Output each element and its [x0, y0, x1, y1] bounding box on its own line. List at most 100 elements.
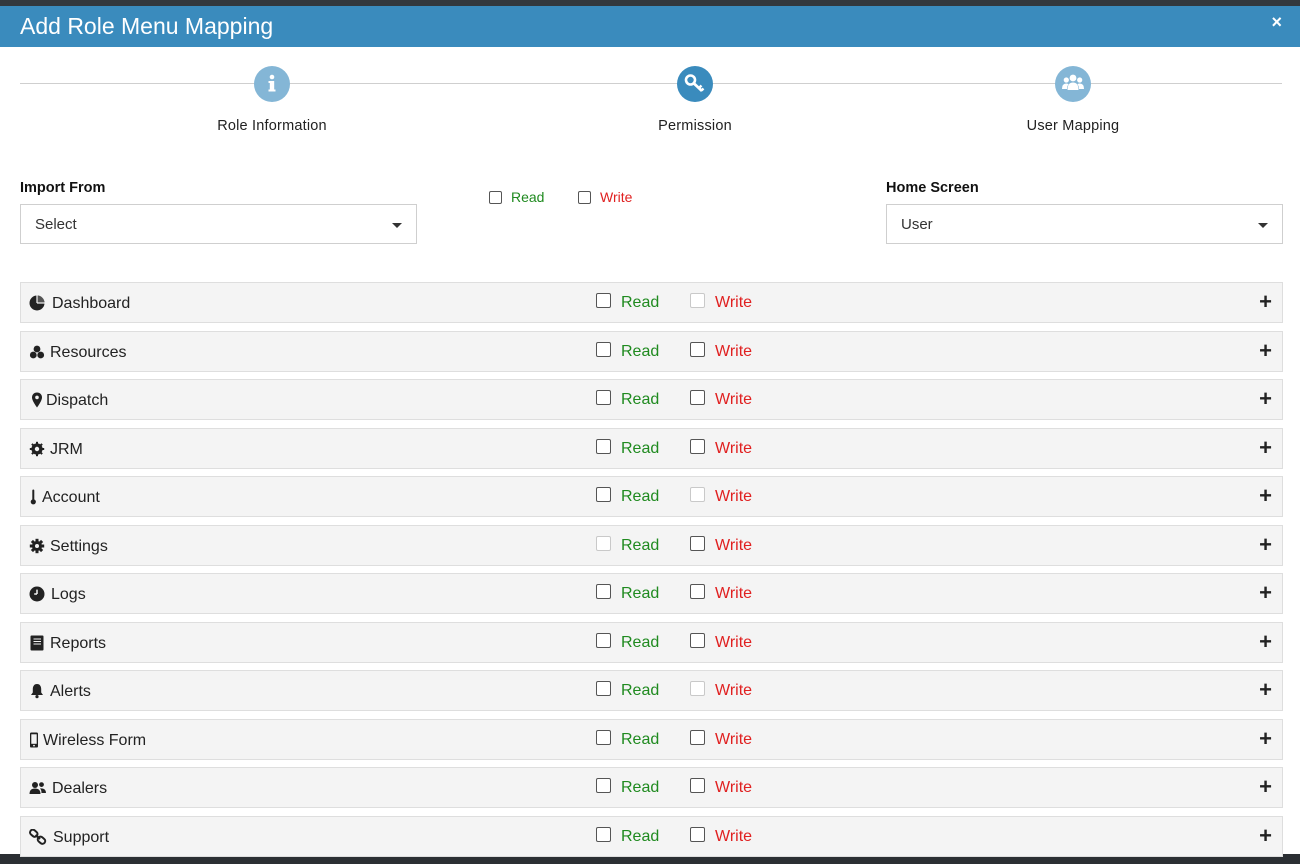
expand-plus-icon[interactable]: + [1259, 823, 1272, 849]
read-checkbox[interactable]: Read [596, 729, 659, 749]
step-permission[interactable]: Permission [585, 66, 805, 134]
read-label: Read [621, 585, 660, 602]
menu-row-support: Support Read Write + [20, 815, 1283, 857]
checkbox-box[interactable] [690, 584, 705, 600]
write-checkbox[interactable]: Write [690, 487, 752, 506]
checkbox-box[interactable] [690, 826, 705, 842]
checkbox-box[interactable] [489, 190, 502, 204]
step-user-mapping[interactable]: User Mapping [963, 66, 1183, 134]
menu-row-dashboard: Dashboard Read Write + [20, 282, 1283, 323]
read-checkbox[interactable]: Read [596, 438, 659, 458]
read-label: Read [621, 633, 660, 651]
menu-label: Resources [50, 343, 127, 361]
write-checkbox[interactable]: Write [690, 584, 752, 603]
write-checkbox[interactable]: Write [690, 438, 752, 458]
read-checkbox[interactable]: Read [596, 390, 659, 409]
expand-plus-icon[interactable]: + [1259, 774, 1272, 800]
read-checkbox[interactable]: Read [596, 487, 660, 506]
write-checkbox[interactable]: Write [690, 778, 752, 797]
checkbox-box[interactable] [596, 729, 611, 745]
checkbox-box[interactable] [596, 632, 611, 648]
expand-plus-icon[interactable]: + [1259, 483, 1272, 509]
menu-label: Alerts [50, 683, 91, 700]
read-checkbox[interactable]: Read [596, 681, 659, 700]
expand-plus-icon[interactable]: + [1259, 629, 1272, 655]
cubes-icon [29, 344, 45, 360]
checkbox-box[interactable] [690, 487, 705, 503]
import-from-label: Import From [20, 180, 106, 196]
step-label: Permission [658, 118, 732, 134]
checkbox-box[interactable] [690, 778, 705, 794]
home-screen-label: Home Screen [886, 180, 979, 196]
home-screen-select[interactable]: User [886, 204, 1283, 244]
checkbox-box[interactable] [690, 438, 705, 454]
checkbox-box[interactable] [578, 190, 591, 204]
write-checkbox[interactable]: Write [690, 632, 752, 652]
read-checkbox[interactable]: Read [596, 778, 660, 797]
write-checkbox[interactable]: Write [690, 729, 753, 749]
checkbox-box[interactable] [596, 681, 611, 697]
checkbox-box[interactable] [596, 826, 611, 842]
checkbox-box[interactable] [596, 341, 611, 357]
checkbox-box[interactable] [690, 729, 705, 745]
read-checkbox[interactable]: Read [596, 535, 659, 555]
global-write-checkbox[interactable]: Write [578, 189, 632, 205]
write-label: Write [715, 730, 753, 748]
read-checkbox[interactable]: Read [596, 584, 660, 603]
read-label: Read [621, 779, 660, 796]
read-checkbox[interactable]: Read [596, 341, 660, 361]
checkbox-box[interactable] [596, 487, 611, 503]
write-checkbox[interactable]: Write [690, 293, 752, 312]
checkbox-box[interactable] [690, 341, 705, 357]
checkbox-box[interactable] [690, 681, 705, 697]
write-checkbox[interactable]: Write [690, 390, 753, 409]
expand-plus-icon[interactable]: + [1259, 677, 1272, 703]
write-label: Write [715, 391, 753, 408]
expand-plus-icon[interactable]: + [1259, 435, 1272, 461]
expand-plus-icon[interactable]: + [1259, 386, 1272, 412]
read-checkbox[interactable]: Read [596, 826, 659, 846]
checkbox-box[interactable] [596, 293, 611, 309]
checkbox-box[interactable] [690, 390, 705, 406]
checkbox-box[interactable] [690, 632, 705, 648]
menu-label: Reports [50, 634, 107, 652]
close-button[interactable]: × [1271, 12, 1282, 33]
step-label: Role Information [217, 118, 327, 134]
bell-icon [29, 683, 45, 699]
write-checkbox[interactable]: Write [690, 535, 753, 555]
menu-row-jrm: JRM Read Write + [20, 427, 1283, 469]
write-label: Write [715, 342, 753, 360]
wizard-stepper: Role Information Permission User Mapping [20, 47, 1282, 147]
checkbox-box[interactable] [596, 778, 611, 794]
write-checkbox[interactable]: Write [690, 826, 752, 846]
checkbox-box[interactable] [690, 535, 705, 551]
menu-label: Wireless Form [43, 731, 147, 749]
checkbox-box[interactable] [596, 390, 611, 406]
read-checkbox[interactable]: Read [596, 293, 659, 312]
info-icon [254, 66, 290, 102]
users-icon [1055, 66, 1091, 102]
expand-plus-icon[interactable]: + [1259, 289, 1272, 315]
import-from-select[interactable]: Select [20, 204, 417, 244]
write-label: Write [715, 536, 753, 554]
expand-plus-icon[interactable]: + [1259, 532, 1272, 558]
global-read-label: Read [511, 189, 545, 205]
checkbox-box[interactable] [596, 584, 611, 600]
step-role-information[interactable]: Role Information [162, 66, 382, 134]
cog-icon [29, 538, 45, 554]
expand-plus-icon[interactable]: + [1259, 726, 1272, 752]
checkbox-box[interactable] [596, 535, 611, 551]
gear-badge-icon [29, 441, 45, 457]
global-read-checkbox[interactable]: Read [489, 189, 544, 205]
write-checkbox[interactable]: Write [690, 341, 753, 361]
read-label: Read [621, 342, 660, 360]
read-label: Read [621, 488, 660, 505]
menu-row-wireless-form: Wireless Form Read Write + [20, 718, 1283, 760]
expand-plus-icon[interactable]: + [1259, 338, 1272, 364]
dialog-title: Add Role Menu Mapping [20, 13, 274, 39]
write-checkbox[interactable]: Write [690, 681, 752, 700]
read-checkbox[interactable]: Read [596, 632, 660, 652]
expand-plus-icon[interactable]: + [1259, 580, 1272, 606]
checkbox-box[interactable] [690, 293, 705, 309]
checkbox-box[interactable] [596, 438, 611, 454]
